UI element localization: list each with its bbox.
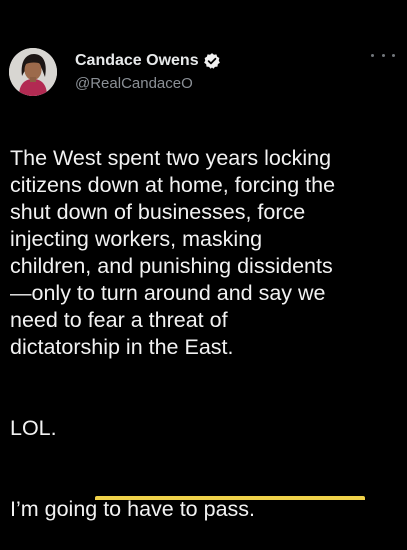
author-handle[interactable]: @RealCandaceO (75, 75, 193, 92)
more-options-icon[interactable] (371, 48, 395, 62)
tweet-header: Candace Owens @RealCandaceO (9, 44, 399, 104)
avatar-image (9, 48, 57, 96)
tweet-card: Candace Owens @RealCandaceO The West spe… (0, 0, 407, 521)
tweet-paragraph-2: LOL. (10, 416, 57, 440)
verified-badge-icon (203, 52, 221, 70)
more-dot (392, 53, 395, 57)
author-name-row[interactable]: Candace Owens (75, 51, 221, 71)
tweet-paragraph-1: The West spent two years locking citizen… (10, 146, 336, 359)
more-dot (381, 53, 385, 57)
tweet-paragraph-3: I’m going to have to pass. (10, 497, 256, 521)
more-dot (371, 53, 374, 57)
author-display-name[interactable]: Candace Owens (75, 52, 199, 70)
tweet-text: The West spent two years locking citizen… (10, 118, 406, 550)
accent-strip (95, 496, 365, 500)
avatar[interactable] (9, 48, 57, 96)
